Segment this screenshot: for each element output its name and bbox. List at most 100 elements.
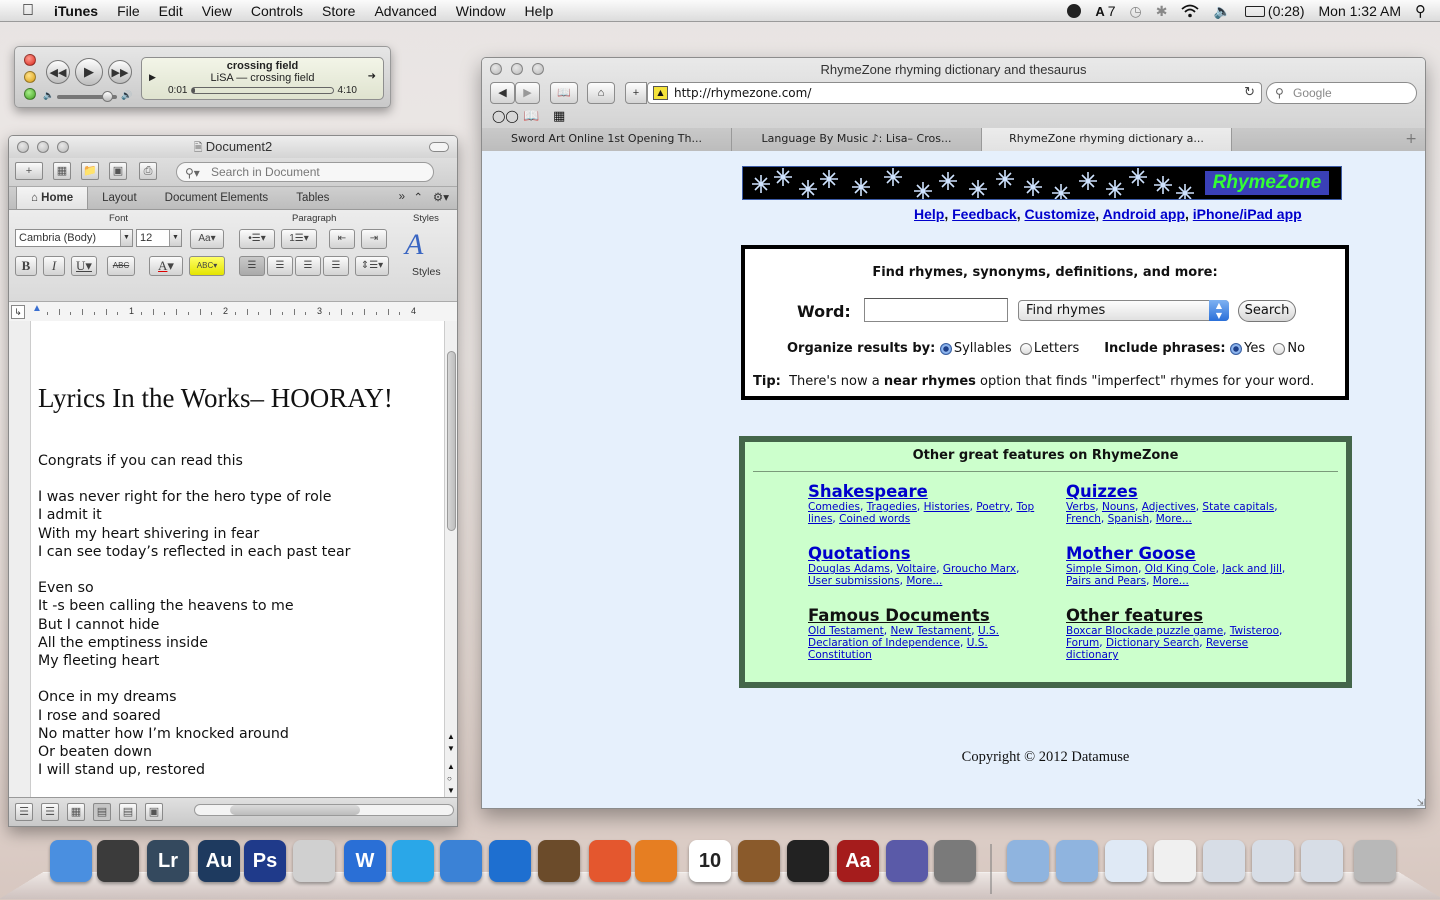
battery-icon[interactable]: (0:28) <box>1244 3 1305 19</box>
iphone-app-link[interactable]: iPhone/iPad app <box>1193 206 1302 222</box>
progress-bar[interactable] <box>191 87 334 94</box>
align-right-button[interactable]: ☰ <box>295 256 321 276</box>
print-layout-view-icon[interactable]: ▤ <box>93 803 111 821</box>
print-icon[interactable]: ⎙ <box>139 162 157 180</box>
feature-sublink[interactable]: Douglas Adams <box>808 563 890 575</box>
dock-imovie-icon[interactable] <box>787 840 829 882</box>
spotlight-icon[interactable]: ⚲ <box>1415 2 1426 20</box>
styles-button-label[interactable]: Styles <box>412 266 441 278</box>
styles-gallery-icon[interactable]: A <box>405 228 423 262</box>
dock-messenger-icon[interactable] <box>635 840 677 882</box>
scroll-down-icon[interactable]: ▼ <box>447 744 455 753</box>
feature-sublink[interactable]: Pairs and Pears <box>1066 575 1146 587</box>
feature-sublink[interactable]: Verbs <box>1066 501 1095 513</box>
feature-sublink[interactable]: Old Testament <box>808 625 884 637</box>
feature-sublink[interactable]: Adjectives <box>1142 501 1196 513</box>
feature-sublink[interactable]: More... <box>1153 575 1189 587</box>
font-color-button[interactable]: A▾ <box>149 256 183 276</box>
menu-itunes[interactable]: iTunes <box>54 3 98 19</box>
feature-sublink[interactable]: State capitals <box>1202 501 1274 513</box>
dock-clapper-icon[interactable] <box>293 840 335 882</box>
bookmarks-bar-book-icon[interactable]: 📖 <box>523 108 539 124</box>
reload-icon[interactable]: ↻ <box>1244 83 1255 103</box>
italic-button[interactable]: I <box>43 256 65 276</box>
help-link[interactable]: Help <box>914 206 944 222</box>
clock[interactable]: Mon 1:32 AM <box>1319 3 1402 19</box>
word-input[interactable] <box>864 298 1008 322</box>
radio-syllables[interactable] <box>939 342 952 355</box>
feature-sublink[interactable]: Histories <box>924 501 970 513</box>
more-tabs-icon[interactable]: » <box>399 191 405 203</box>
search-mode-select[interactable]: Find rhymes ▲ ▼ <box>1018 300 1229 321</box>
dock-preview-icon[interactable] <box>1105 840 1147 882</box>
feature-sublink[interactable]: French <box>1066 513 1101 525</box>
feature-sublink[interactable]: Nouns <box>1102 501 1135 513</box>
dock-documents-folder-icon[interactable] <box>1056 840 1098 882</box>
gallery-icon[interactable]: ▦ <box>53 162 71 180</box>
reading-list-icon[interactable]: ◯◯ <box>492 109 519 123</box>
dock-safari-icon[interactable] <box>440 840 482 882</box>
add-bookmark-button[interactable]: + <box>625 82 647 104</box>
menu-advanced[interactable]: Advanced <box>374 3 436 19</box>
underline-button[interactable]: U▾ <box>71 256 97 276</box>
document-body[interactable]: Lyrics In the Works– HOORAY! Congrats if… <box>38 345 438 799</box>
open-folder-icon[interactable]: 📁 <box>81 162 99 180</box>
top-sites-grid-icon[interactable]: ▦ <box>553 108 565 124</box>
feature-sublink[interactable]: Forum <box>1066 637 1099 649</box>
minimize-button[interactable] <box>24 71 36 83</box>
time-machine-icon[interactable]: ◷ <box>1130 3 1142 20</box>
ribbon-settings-icon[interactable]: ⚙▾ <box>433 190 449 204</box>
next-track-button[interactable]: ▶▶ <box>108 60 132 84</box>
minimize-button[interactable] <box>37 141 49 153</box>
save-icon[interactable]: ▣ <box>109 162 127 180</box>
justify-button[interactable]: ☰ <box>323 256 349 276</box>
feature-sublink[interactable]: Jack and Jill <box>1222 563 1282 575</box>
play-button[interactable]: ▶ <box>75 58 103 86</box>
tab-sword-art-online[interactable]: Sword Art Online 1st Opening Th... <box>482 128 732 151</box>
publishing-view-icon[interactable]: ▦ <box>67 803 85 821</box>
bluetooth-icon[interactable]: ✱ <box>1156 3 1168 20</box>
strikethrough-button[interactable]: ABC <box>107 256 135 276</box>
feature-title-link[interactable]: Quotations <box>808 544 1043 563</box>
address-bar[interactable]: ▲ http://rhymezone.com/ ↻ <box>647 82 1262 104</box>
feature-sublink[interactable]: Twisteroo <box>1230 625 1279 637</box>
decrease-indent-button[interactable]: ⇤ <box>329 229 355 249</box>
notebook-view-icon[interactable]: ▤ <box>119 803 137 821</box>
lcd-cycle-icon[interactable]: ➜ <box>368 71 376 82</box>
document-page[interactable]: Lyrics In the Works– HOORAY! Congrats if… <box>9 321 446 799</box>
next-page-icon[interactable]: ▼ <box>447 786 455 795</box>
feature-sublink[interactable]: Coined words <box>839 513 910 525</box>
volume-knob[interactable] <box>102 91 113 102</box>
dock-app-au[interactable]: Au <box>198 840 240 882</box>
new-tab-button[interactable]: + <box>1232 128 1425 151</box>
dock-trash-icon[interactable] <box>1354 840 1396 882</box>
wifi-icon[interactable] <box>1181 4 1200 18</box>
prev-page-icon[interactable]: ▲ <box>447 762 455 771</box>
dock-file-icon[interactable] <box>1154 840 1196 882</box>
feature-title-link[interactable]: Other features <box>1066 606 1301 625</box>
outline-view-icon[interactable]: ☰ <box>41 803 59 821</box>
forward-button[interactable]: ▶ <box>515 82 540 104</box>
volume-slider[interactable] <box>57 91 117 102</box>
feature-sublink[interactable]: Comedies <box>808 501 860 513</box>
zoom-button[interactable] <box>57 141 69 153</box>
focus-view-icon[interactable]: ▣ <box>145 803 163 821</box>
dock-app-aa[interactable]: Aa <box>837 840 879 882</box>
tab-rhymezone[interactable]: RhymeZone rhyming dictionary a... <box>982 128 1232 151</box>
feature-sublink[interactable]: Poetry <box>976 501 1010 513</box>
zoom-button[interactable] <box>24 88 36 100</box>
status-check-icon[interactable] <box>1067 4 1082 18</box>
scroll-up-icon[interactable]: ▲ <box>447 732 455 741</box>
feature-sublink[interactable]: Tragedies <box>867 501 917 513</box>
dock-garageband-icon[interactable] <box>738 840 780 882</box>
resize-grip-icon[interactable]: ⇲ <box>1417 798 1425 808</box>
font-size-dropdown[interactable]: 12 ▼ <box>136 229 182 247</box>
feature-title-link[interactable]: Quizzes <box>1066 482 1301 501</box>
google-search-field[interactable]: ⚲ Google <box>1266 82 1417 104</box>
feature-sublink[interactable]: Old King Cole <box>1145 563 1216 575</box>
feature-sublink[interactable]: More... <box>1156 513 1192 525</box>
horizontal-scrollbar[interactable] <box>194 804 454 816</box>
close-button[interactable] <box>24 54 36 66</box>
bookmarks-button[interactable]: 📖 <box>550 82 578 104</box>
menu-edit[interactable]: Edit <box>159 3 183 19</box>
